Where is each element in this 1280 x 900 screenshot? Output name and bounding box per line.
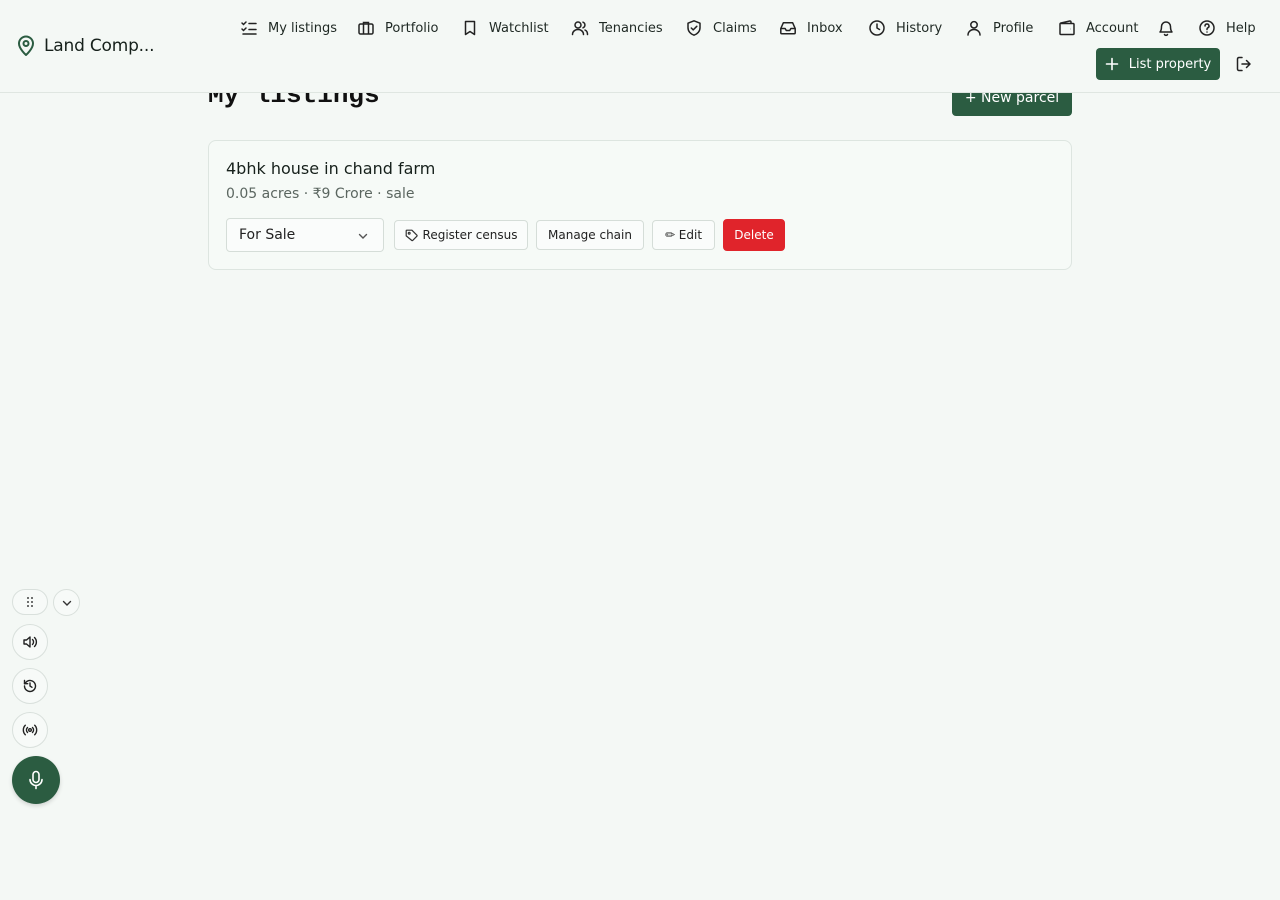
nav-label: Inbox	[807, 20, 843, 36]
grip-icon	[25, 596, 35, 608]
manage-chain-button[interactable]: Manage chain	[536, 220, 644, 250]
help-circle-icon	[1198, 19, 1216, 37]
shield-check-icon	[685, 19, 703, 37]
nav-account[interactable]: Account	[1058, 18, 1139, 38]
microphone-icon	[27, 770, 45, 790]
listing-card: 4bhk house in chand farm 0.05 acres · ₹9…	[208, 140, 1072, 270]
nav-tenancies[interactable]: Tenancies	[571, 18, 663, 38]
edit-button[interactable]: ✏ Edit	[652, 220, 715, 250]
collapse-toolbar-button[interactable]	[53, 589, 80, 616]
nav-label: Tenancies	[599, 20, 663, 36]
clock-icon	[868, 19, 886, 37]
speaker-button[interactable]	[12, 624, 48, 660]
nav-label: My listings	[268, 20, 338, 36]
nav-history[interactable]: History	[868, 18, 942, 38]
wallet-icon	[1058, 19, 1076, 37]
bell-icon	[1157, 19, 1175, 37]
briefcase-icon	[357, 19, 375, 37]
speaker-icon	[22, 634, 38, 650]
nav-label: Portfolio	[385, 20, 439, 36]
status-value: For Sale	[239, 227, 296, 243]
notifications-bell[interactable]	[1157, 18, 1175, 38]
nav-label: Claims	[713, 20, 757, 36]
register-census-label: Register census	[422, 228, 518, 242]
delete-button[interactable]: Delete	[723, 219, 785, 251]
top-header: Land Comp... My listings Portfolio Watch…	[0, 0, 1280, 93]
history-button[interactable]	[12, 668, 48, 704]
broadcast-icon	[22, 722, 38, 738]
status-select[interactable]: For Sale	[226, 218, 384, 252]
plus-icon	[1105, 57, 1119, 71]
chevron-down-icon	[357, 230, 369, 242]
list-check-icon	[240, 19, 258, 37]
tag-icon	[405, 229, 418, 242]
broadcast-button[interactable]	[12, 712, 48, 748]
list-property-label: List property	[1128, 56, 1212, 72]
chevron-down-icon	[61, 597, 73, 609]
nav-label: Watchlist	[489, 20, 549, 36]
nav-my-listings[interactable]: My listings	[240, 18, 337, 38]
nav-label: Account	[1086, 20, 1139, 36]
list-property-button[interactable]: List property	[1096, 48, 1220, 80]
nav-profile[interactable]: Profile	[965, 18, 1033, 38]
nav-label: History	[896, 20, 943, 36]
nav-inbox[interactable]: Inbox	[779, 18, 843, 38]
logout-icon	[1235, 55, 1253, 73]
nav-label: Help	[1226, 20, 1256, 36]
nav-help[interactable]: Help	[1198, 18, 1256, 38]
voice-input-button[interactable]	[12, 756, 60, 804]
listing-meta: 0.05 acres · ₹9 Crore · sale	[226, 186, 415, 202]
history-icon	[22, 678, 38, 694]
user-icon	[965, 19, 983, 37]
nav-watchlist[interactable]: Watchlist	[461, 18, 549, 38]
inbox-icon	[779, 19, 797, 37]
nav-portfolio[interactable]: Portfolio	[357, 18, 438, 38]
map-pin-icon	[16, 35, 36, 57]
brand[interactable]: Land Comp...	[16, 35, 154, 57]
listing-title: 4bhk house in chand farm	[226, 159, 436, 178]
drag-handle[interactable]	[12, 589, 48, 615]
nav-claims[interactable]: Claims	[685, 18, 757, 38]
register-census-button[interactable]: Register census	[394, 220, 528, 250]
brand-name: Land Comp...	[44, 36, 155, 56]
users-icon	[571, 19, 589, 37]
bookmark-icon	[461, 19, 479, 37]
nav-label: Profile	[993, 20, 1034, 36]
logout-button[interactable]	[1235, 55, 1253, 73]
